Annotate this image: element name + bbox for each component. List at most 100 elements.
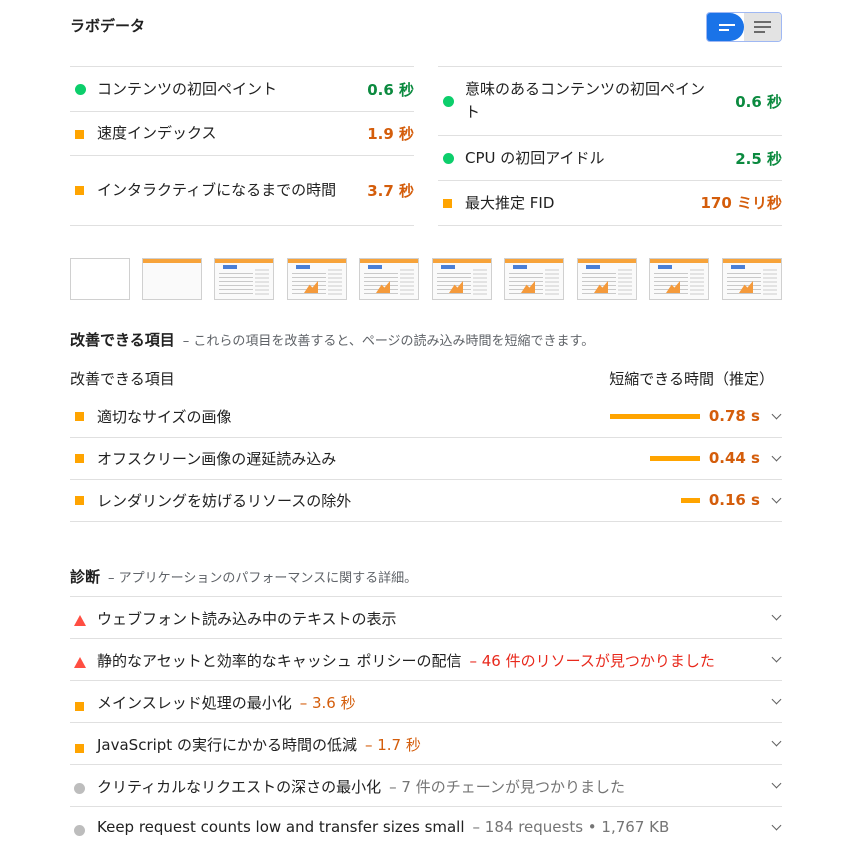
diagnostic-row[interactable]: クリティカルなリクエストの深さの最小化 – 7 件のチェーンが見つかりました — [70, 765, 782, 807]
opportunity-label: レンダリングを妨げるリソースの除外 — [97, 492, 352, 510]
expanded-view-icon — [754, 21, 771, 23]
diagnostic-row[interactable]: メインスレッド処理の最小化 – 3.6 秒 — [70, 681, 782, 723]
chevron-down-icon[interactable] — [771, 451, 782, 462]
metric-first-cpu-idle: CPU の初回アイドル 2.5 秒 — [438, 136, 782, 181]
average-square-icon — [75, 454, 84, 463]
chevron-down-icon[interactable] — [771, 736, 782, 747]
chevron-down-icon[interactable] — [771, 694, 782, 705]
metric-value: 1.9 秒 — [367, 125, 414, 143]
view-toggle — [706, 12, 782, 42]
diagnostic-row[interactable]: ウェブフォント読み込み中のテキストの表示 — [70, 597, 782, 639]
diagnostic-label: メインスレッド処理の最小化 – 3.6 秒 — [97, 694, 356, 712]
opportunities-column-header: 改善できる項目 短縮できる時間（推定） — [70, 368, 782, 388]
diagnostic-detail: – 46 件のリソースが見つかりました — [469, 652, 715, 670]
opportunity-row[interactable]: レンダリングを妨げるリソースの除外 0.16 s — [70, 480, 782, 522]
filmstrip-frame — [504, 258, 564, 300]
compact-view-icon — [719, 24, 735, 26]
metric-fmp: 意味のあるコンテンツの初回ペイント 0.6 秒 — [438, 67, 782, 136]
fail-triangle-icon — [74, 654, 86, 672]
opportunity-row[interactable]: 適切なサイズの画像 0.78 s — [70, 396, 782, 438]
chevron-down-icon[interactable] — [771, 820, 782, 831]
chevron-down-icon[interactable] — [771, 610, 782, 621]
savings-value: 0.16 s — [708, 491, 760, 509]
filmstrip-frame — [577, 258, 637, 300]
fail-triangle-icon — [74, 612, 86, 630]
metric-label: 意味のあるコンテンツの初回ペイント — [465, 80, 706, 121]
average-square-icon — [75, 130, 84, 139]
lab-data-panel: ラボデータ コンテンツの初回ペイント 0.6 秒 速度インデックス 1.9 秒 — [0, 0, 868, 842]
filmstrip-frame — [432, 258, 492, 300]
metric-fcp: コンテンツの初回ペイント 0.6 秒 — [70, 67, 414, 112]
metric-max-fid: 最大推定 FID 170 ミリ秒 — [438, 181, 782, 226]
section-title-diagnostics: 診断 — [70, 568, 101, 586]
diagnostic-label: クリティカルなリクエストの深さの最小化 – 7 件のチェーンが見つかりました — [97, 778, 625, 796]
lab-data-header: ラボデータ — [70, 12, 782, 42]
average-square-icon — [75, 186, 84, 195]
diagnostic-label: JavaScript の実行にかかる時間の低減 – 1.7 秒 — [97, 736, 421, 754]
opportunity-label: オフスクリーン画像の遅延読み込み — [97, 450, 337, 468]
section-description: – アプリケーションのパフォーマンスに関する詳細。 — [108, 571, 418, 586]
average-square-icon — [74, 739, 84, 757]
metrics-column-right: 意味のあるコンテンツの初回ペイント 0.6 秒 CPU の初回アイドル 2.5 … — [438, 66, 782, 226]
chevron-down-icon[interactable] — [771, 409, 782, 420]
expanded-view-icon-line-3 — [754, 31, 765, 33]
savings-value: 0.44 s — [708, 449, 760, 467]
savings-bar — [650, 456, 700, 461]
chevron-down-icon[interactable] — [771, 778, 782, 789]
filmstrip-frame — [359, 258, 419, 300]
section-title-opportunities: 改善できる項目 — [70, 331, 175, 349]
pass-circle-icon — [75, 84, 86, 95]
metric-label: 最大推定 FID — [465, 193, 555, 212]
diagnostic-detail: – 1.7 秒 — [364, 736, 421, 754]
metric-value: 0.6 秒 — [735, 93, 782, 111]
pass-circle-icon — [443, 96, 454, 107]
diagnostics-list: ウェブフォント読み込み中のテキストの表示 静的なアセットと効率的なキャッシュ ポ… — [70, 596, 782, 842]
metric-speed-index: 速度インデックス 1.9 秒 — [70, 112, 414, 156]
opportunity-row[interactable]: オフスクリーン画像の遅延読み込み 0.44 s — [70, 438, 782, 480]
filmstrip-frame — [70, 258, 130, 300]
filmstrip-frame — [287, 258, 347, 300]
average-square-icon — [443, 199, 452, 208]
metric-value: 170 ミリ秒 — [700, 194, 782, 212]
section-description: – これらの項目を改善すると、ページの読み込み時間を短縮できます。 — [182, 334, 595, 349]
diagnostic-row[interactable]: 静的なアセットと効率的なキャッシュ ポリシーの配信 – 46 件のリソースが見つか… — [70, 639, 782, 681]
savings-bar — [610, 414, 700, 419]
metric-label: CPU の初回アイドル — [465, 148, 605, 167]
compact-view-icon-line — [719, 29, 729, 31]
opportunities-header: 改善できる項目 – これらの項目を改善すると、ページの読み込み時間を短縮できます。 — [70, 329, 594, 350]
diagnostics-header: 診断 – アプリケーションのパフォーマンスに関する詳細。 — [70, 566, 417, 587]
savings-value: 0.78 s — [708, 407, 760, 425]
column-header-savings: 短縮できる時間（推定） — [609, 370, 774, 388]
expanded-view-button[interactable] — [744, 13, 781, 41]
metric-label: 速度インデックス — [97, 124, 217, 142]
pass-circle-icon — [443, 153, 454, 164]
diagnostic-detail: – 3.6 秒 — [299, 694, 356, 712]
metric-label: インタラクティブになるまでの時間 — [97, 181, 337, 199]
metric-tti: インタラクティブになるまでの時間 3.7 秒 — [70, 156, 414, 226]
average-square-icon — [75, 412, 84, 421]
metric-value: 0.6 秒 — [367, 81, 414, 99]
info-circle-icon — [74, 822, 85, 840]
opportunities-list: 適切なサイズの画像 0.78 s オフスクリーン画像の遅延読み込み 0.44 s… — [70, 396, 782, 522]
filmstrip-frame — [142, 258, 202, 300]
filmstrip-frame — [722, 258, 782, 300]
average-square-icon — [74, 697, 84, 715]
average-square-icon — [75, 496, 84, 505]
chevron-down-icon[interactable] — [771, 493, 782, 504]
info-circle-icon — [74, 780, 85, 798]
diagnostic-label: Keep request counts low and transfer siz… — [97, 818, 670, 836]
opportunity-label: 適切なサイズの画像 — [97, 408, 232, 426]
metric-value: 3.7 秒 — [367, 182, 414, 200]
filmstrip-frame — [214, 258, 274, 300]
section-title-lab-data: ラボデータ — [70, 17, 146, 35]
diagnostic-detail: – 7 件のチェーンが見つかりました — [389, 778, 625, 796]
diagnostic-detail: – 184 requests • 1,767 KB — [472, 818, 670, 836]
filmstrip-frame — [649, 258, 709, 300]
diagnostic-label: ウェブフォント読み込み中のテキストの表示 — [97, 610, 397, 628]
diagnostic-row[interactable]: Keep request counts low and transfer siz… — [70, 807, 782, 842]
metric-value: 2.5 秒 — [735, 150, 782, 168]
compact-view-button[interactable] — [707, 13, 744, 41]
diagnostic-row[interactable]: JavaScript の実行にかかる時間の低減 – 1.7 秒 — [70, 723, 782, 765]
expanded-view-icon-line-2 — [754, 26, 771, 28]
chevron-down-icon[interactable] — [771, 652, 782, 663]
